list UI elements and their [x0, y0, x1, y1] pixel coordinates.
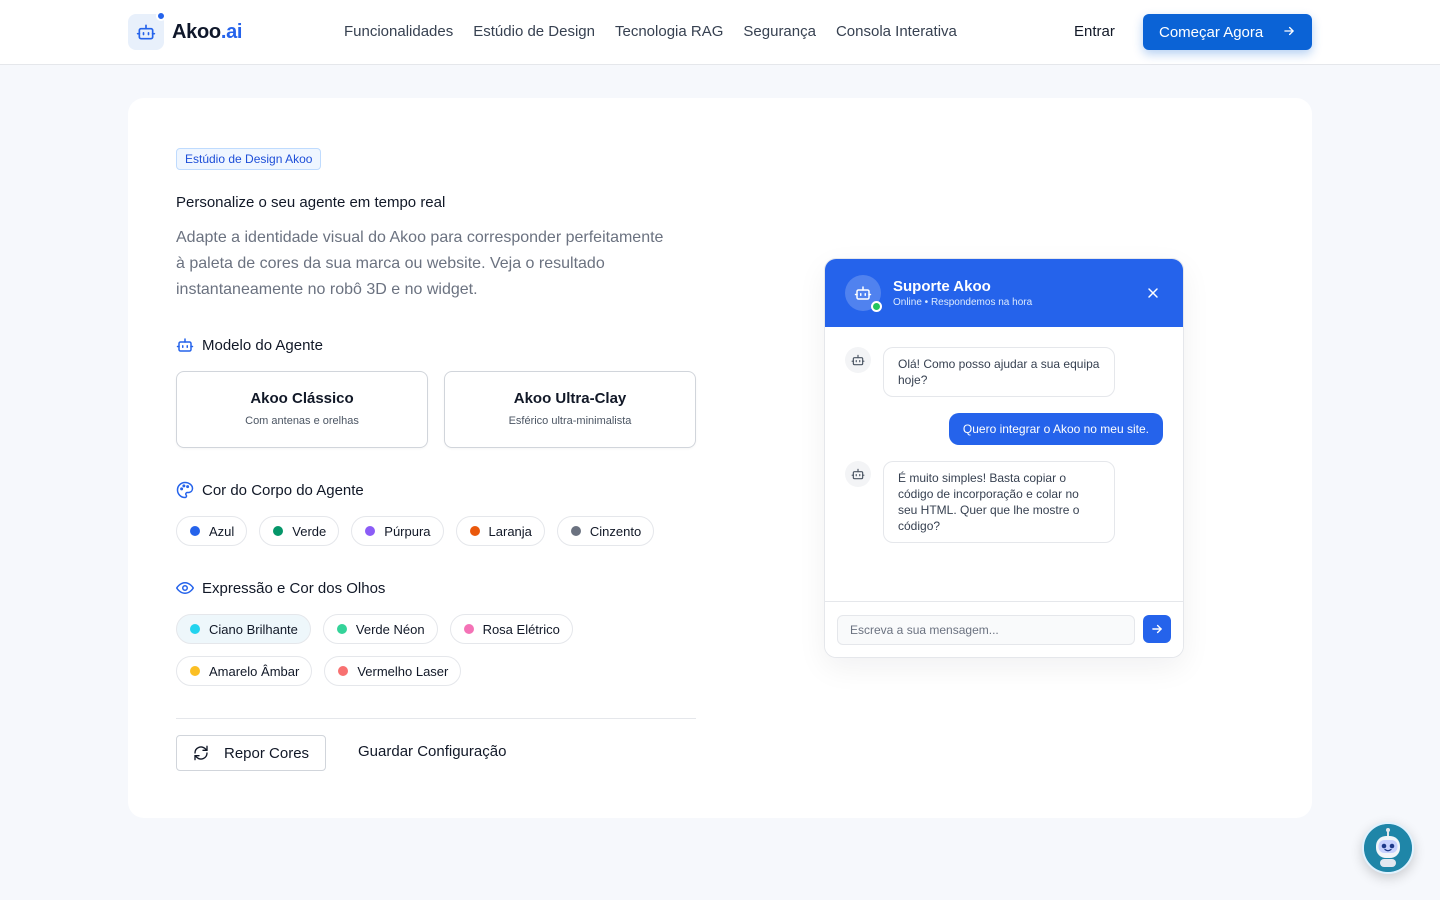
color-name: Verde — [292, 523, 327, 539]
color-name: Rosa Elétrico — [482, 621, 560, 637]
color-dot — [190, 666, 200, 676]
color-dot — [338, 666, 349, 676]
refresh-icon — [194, 745, 208, 761]
body-color-options: Azul Verde Púrpura Laranja Cinzento — [176, 516, 655, 546]
model-name: Akoo Clássico — [250, 390, 354, 407]
eye-color-label-row: Expressão e Cor dos Olhos — [176, 579, 385, 597]
color-name: Laranja — [488, 523, 532, 539]
color-dot — [336, 624, 347, 634]
reset-colors-label: Repor Cores — [224, 744, 310, 762]
send-button[interactable] — [1143, 615, 1171, 643]
body-color-option[interactable]: Laranja — [455, 516, 545, 546]
eye-color-option[interactable]: Amarelo Âmbar — [176, 656, 313, 686]
eye-color-option[interactable]: Vermelho Laser — [324, 656, 462, 686]
robot-icon — [176, 338, 194, 352]
eye-color-option[interactable]: Verde Néon — [322, 614, 438, 644]
nav-link-tecnologia-rag[interactable]: Tecnologia RAG — [615, 23, 723, 40]
robot-logo-icon — [128, 11, 166, 50]
color-name: Cinzento — [589, 523, 642, 539]
color-dot — [463, 624, 474, 634]
chat-message-input[interactable] — [837, 615, 1135, 645]
model-option-classico[interactable]: Akoo Clássico Com antenas e orelhas — [176, 371, 428, 448]
bot-message-icon — [845, 461, 871, 487]
eye-color-option[interactable]: Ciano Brilhante — [176, 614, 311, 644]
get-started-label: Começar Agora — [1159, 23, 1264, 41]
body-color-option[interactable]: Púrpura — [351, 516, 444, 546]
color-dot — [469, 526, 480, 536]
color-dot — [365, 526, 376, 536]
body-color-label: Cor do Corpo do Agente — [202, 481, 364, 499]
chat-subtitle: Online • Respondemos na hora — [893, 297, 1033, 308]
get-started-button[interactable]: Começar Agora — [1143, 14, 1312, 50]
color-name: Púrpura — [384, 523, 431, 539]
top-nav: Akoo.ai Funcionalidades Estúdio de Desig… — [0, 0, 1440, 65]
arrow-right-icon — [1152, 624, 1162, 634]
body-color-option[interactable]: Cinzento — [556, 516, 655, 546]
chat-widget-preview: Suporte Akoo Online • Respondemos na hor… — [824, 258, 1184, 658]
chat-footer — [825, 601, 1183, 657]
eye-color-options-row-2: Amarelo Âmbar Vermelho Laser — [176, 656, 462, 686]
model-label: Modelo do Agente — [202, 336, 323, 354]
logo-dot — [156, 11, 166, 21]
color-dot — [190, 624, 200, 634]
color-name: Ciano Brilhante — [209, 621, 298, 637]
design-studio-card: Estúdio de Design Akoo Personalize o seu… — [128, 98, 1312, 818]
divider — [176, 718, 696, 719]
nav-links: Funcionalidades Estúdio de Design Tecnol… — [344, 23, 957, 40]
color-name: Vermelho Laser — [357, 663, 449, 679]
color-dot — [273, 526, 284, 536]
eye-color-option[interactable]: Rosa Elétrico — [449, 614, 573, 644]
nav-link-estudio-design[interactable]: Estúdio de Design — [473, 23, 595, 40]
robot-face-icon — [1364, 824, 1412, 872]
arrow-right-icon — [1284, 26, 1294, 36]
color-name: Azul — [209, 523, 235, 539]
model-description: Com antenas e orelhas — [245, 415, 359, 427]
nav-link-seguranca[interactable]: Segurança — [743, 23, 816, 40]
palette-icon — [176, 481, 194, 499]
save-config-button[interactable]: Guardar Configuração — [358, 743, 506, 760]
reset-colors-button[interactable]: Repor Cores — [176, 735, 326, 771]
bot-message: Olá! Como posso ajudar a sua equipa hoje… — [883, 347, 1115, 397]
nav-link-consola-interativa[interactable]: Consola Interativa — [836, 23, 957, 40]
user-message: Quero integrar o Akoo no meu site. — [948, 413, 1163, 445]
model-label-row: Modelo do Agente — [176, 336, 323, 354]
model-description: Esférico ultra-minimalista — [508, 415, 632, 427]
bot-message: É muito simples! Basta copiar o código d… — [883, 461, 1115, 543]
eye-icon — [176, 582, 194, 594]
eye-color-label: Expressão e Cor dos Olhos — [202, 579, 386, 597]
logo[interactable]: Akoo.ai — [128, 11, 243, 50]
chat-title: Suporte Akoo — [893, 278, 991, 295]
model-option-ultra-clay[interactable]: Akoo Ultra-Clay Esférico ultra-minimalis… — [444, 371, 696, 448]
section-description: Adapte a identidade visual do Akoo para … — [176, 229, 664, 298]
logo-text: Akoo.ai — [172, 20, 243, 43]
body-color-option[interactable]: Azul — [176, 516, 248, 546]
nav-link-funcionalidades[interactable]: Funcionalidades — [344, 23, 453, 40]
section-badge: Estúdio de Design Akoo — [176, 148, 322, 170]
model-name: Akoo Ultra-Clay — [513, 390, 627, 407]
color-name: Verde Néon — [355, 621, 425, 637]
close-icon[interactable] — [1145, 285, 1161, 301]
login-link[interactable]: Entrar — [1074, 23, 1115, 40]
robot-launcher-button[interactable] — [1362, 822, 1414, 874]
online-status-dot — [871, 301, 882, 312]
chat-header: Suporte Akoo Online • Respondemos na hor… — [825, 259, 1183, 327]
section-title: Personalize o seu agente em tempo real — [176, 194, 446, 211]
color-dot — [190, 526, 200, 536]
bot-message-icon — [845, 347, 871, 373]
color-name: Amarelo Âmbar — [209, 663, 300, 679]
color-dot — [570, 526, 581, 536]
eye-color-options-row-1: Ciano Brilhante Verde Néon Rosa Elétrico — [176, 614, 573, 644]
body-color-label-row: Cor do Corpo do Agente — [176, 481, 364, 499]
body-color-option[interactable]: Verde — [259, 516, 340, 546]
